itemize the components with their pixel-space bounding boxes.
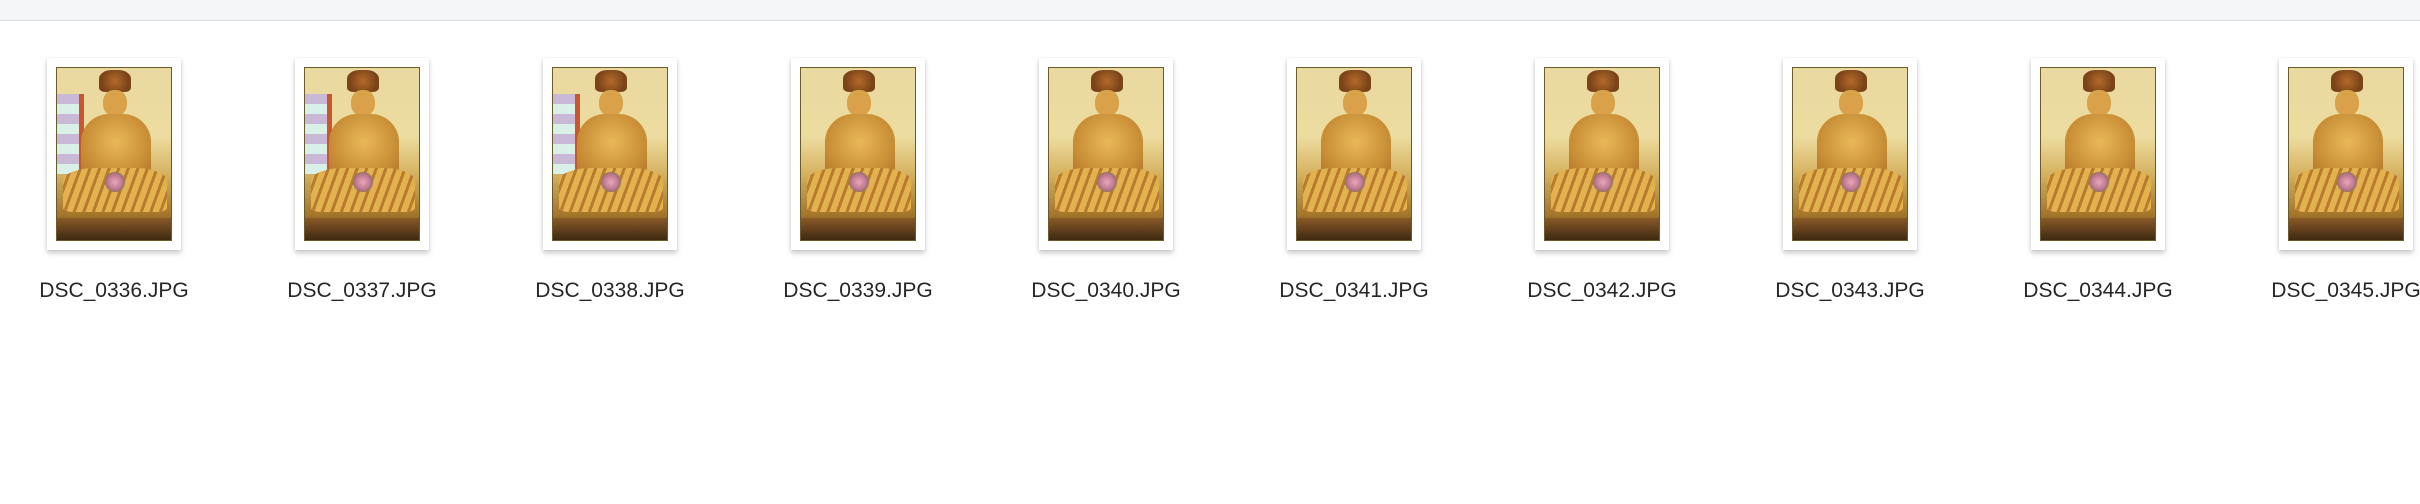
file-name-label[interactable]: DSC_0338.JPG bbox=[490, 278, 730, 304]
image-thumbnail[interactable] bbox=[1287, 58, 1421, 250]
file-name-label[interactable]: DSC_0337.JPG bbox=[242, 278, 482, 304]
file-name-label[interactable]: DSC_0342.JPG bbox=[1482, 278, 1722, 304]
file-item[interactable]: DSC_0345.JPG bbox=[2271, 58, 2420, 318]
file-name-label[interactable]: DSC_0340.JPG bbox=[986, 278, 1226, 304]
statue-photo-icon bbox=[304, 67, 420, 241]
statue-photo-icon bbox=[1792, 67, 1908, 241]
file-name-label[interactable]: DSC_0345.JPG bbox=[2226, 278, 2420, 304]
statue-photo-icon bbox=[56, 67, 172, 241]
image-thumbnail[interactable] bbox=[1783, 58, 1917, 250]
image-thumbnail[interactable] bbox=[295, 58, 429, 250]
file-name-label[interactable]: DSC_0344.JPG bbox=[1978, 278, 2218, 304]
image-thumbnail[interactable] bbox=[1039, 58, 1173, 250]
image-thumbnail[interactable] bbox=[2031, 58, 2165, 250]
statue-photo-icon bbox=[1544, 67, 1660, 241]
file-icon-grid: DSC_0336.JPG DSC_0337.JPG DSC_0338.JPG DSC_… bbox=[0, 0, 2420, 504]
image-thumbnail[interactable] bbox=[1535, 58, 1669, 250]
file-name-label[interactable]: DSC_0343.JPG bbox=[1730, 278, 1970, 304]
image-thumbnail[interactable] bbox=[2279, 58, 2413, 250]
file-name-label[interactable]: DSC_0339.JPG bbox=[738, 278, 978, 304]
statue-photo-icon bbox=[1296, 67, 1412, 241]
file-name-label[interactable]: DSC_0336.JPG bbox=[0, 278, 234, 304]
statue-photo-icon bbox=[800, 67, 916, 241]
statue-photo-icon bbox=[552, 67, 668, 241]
statue-photo-icon bbox=[2288, 67, 2404, 241]
statue-photo-icon bbox=[1048, 67, 1164, 241]
image-thumbnail[interactable] bbox=[543, 58, 677, 250]
file-name-label[interactable]: DSC_0341.JPG bbox=[1234, 278, 1474, 304]
image-thumbnail[interactable] bbox=[47, 58, 181, 250]
statue-photo-icon bbox=[2040, 67, 2156, 241]
image-thumbnail[interactable] bbox=[791, 58, 925, 250]
